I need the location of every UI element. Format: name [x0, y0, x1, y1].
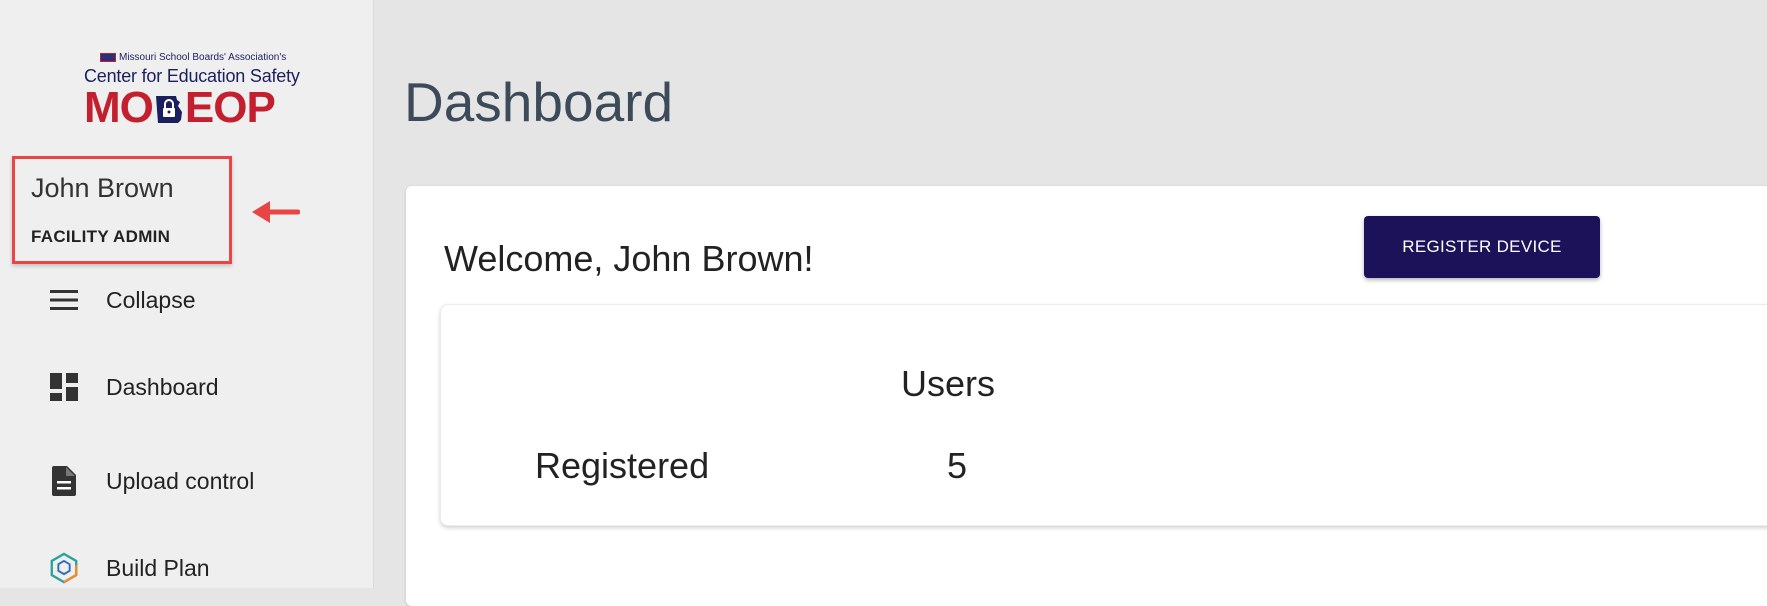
stats-row-label: Registered — [535, 445, 710, 486]
nav-item-upload-control[interactable]: Upload control — [0, 451, 374, 511]
nav-item-dashboard[interactable]: Dashboard — [0, 357, 374, 417]
stats-column-header: Users — [901, 363, 996, 404]
user-role: FACILITY ADMIN — [31, 227, 171, 246]
nav-item-build-plan[interactable]: Build Plan — [0, 538, 374, 598]
sidebar: Missouri School Boards' Association's Ce… — [0, 0, 374, 588]
page-title: Dashboard — [404, 71, 674, 133]
register-device-button[interactable]: REGISTER DEVICE — [1364, 216, 1600, 278]
logo-association-text: Missouri School Boards' Association's — [100, 52, 286, 63]
logo-mark-left: MO — [84, 83, 154, 132]
nav-item-collapse[interactable]: Collapse — [0, 270, 374, 330]
user-name: John Brown — [31, 173, 174, 203]
main-content: Dashboard Welcome, John Brown! REGISTER … — [374, 0, 1767, 606]
logo-mark-right: EOP — [184, 83, 276, 132]
nav-item-label: Build Plan — [106, 554, 210, 581]
stats-row-value: 5 — [947, 445, 968, 486]
nav-item-label: Collapse — [106, 286, 196, 313]
missouri-lock-icon — [155, 96, 182, 123]
dashboard-icon — [48, 371, 80, 403]
annotation-arrow-icon — [252, 201, 300, 223]
welcome-card: Welcome, John Brown! REGISTER DEVICE Use… — [406, 186, 1767, 606]
nav-item-label: Upload control — [106, 467, 255, 494]
user-stats-card: Users Registered 5 — [440, 304, 1767, 526]
logo-mark: MO EOP — [84, 83, 276, 132]
mo-eop-logo[interactable]: Missouri School Boards' Association's Ce… — [84, 50, 314, 130]
logo-association-label: Missouri School Boards' Association's — [119, 52, 287, 63]
flag-icon — [100, 52, 116, 62]
hexagon-icon — [48, 552, 80, 584]
document-icon — [48, 465, 80, 497]
user-profile-box: John Brown FACILITY ADMIN — [12, 156, 232, 264]
welcome-message: Welcome, John Brown! — [444, 238, 814, 279]
nav-item-label: Dashboard — [106, 373, 219, 400]
menu-icon — [48, 284, 80, 316]
